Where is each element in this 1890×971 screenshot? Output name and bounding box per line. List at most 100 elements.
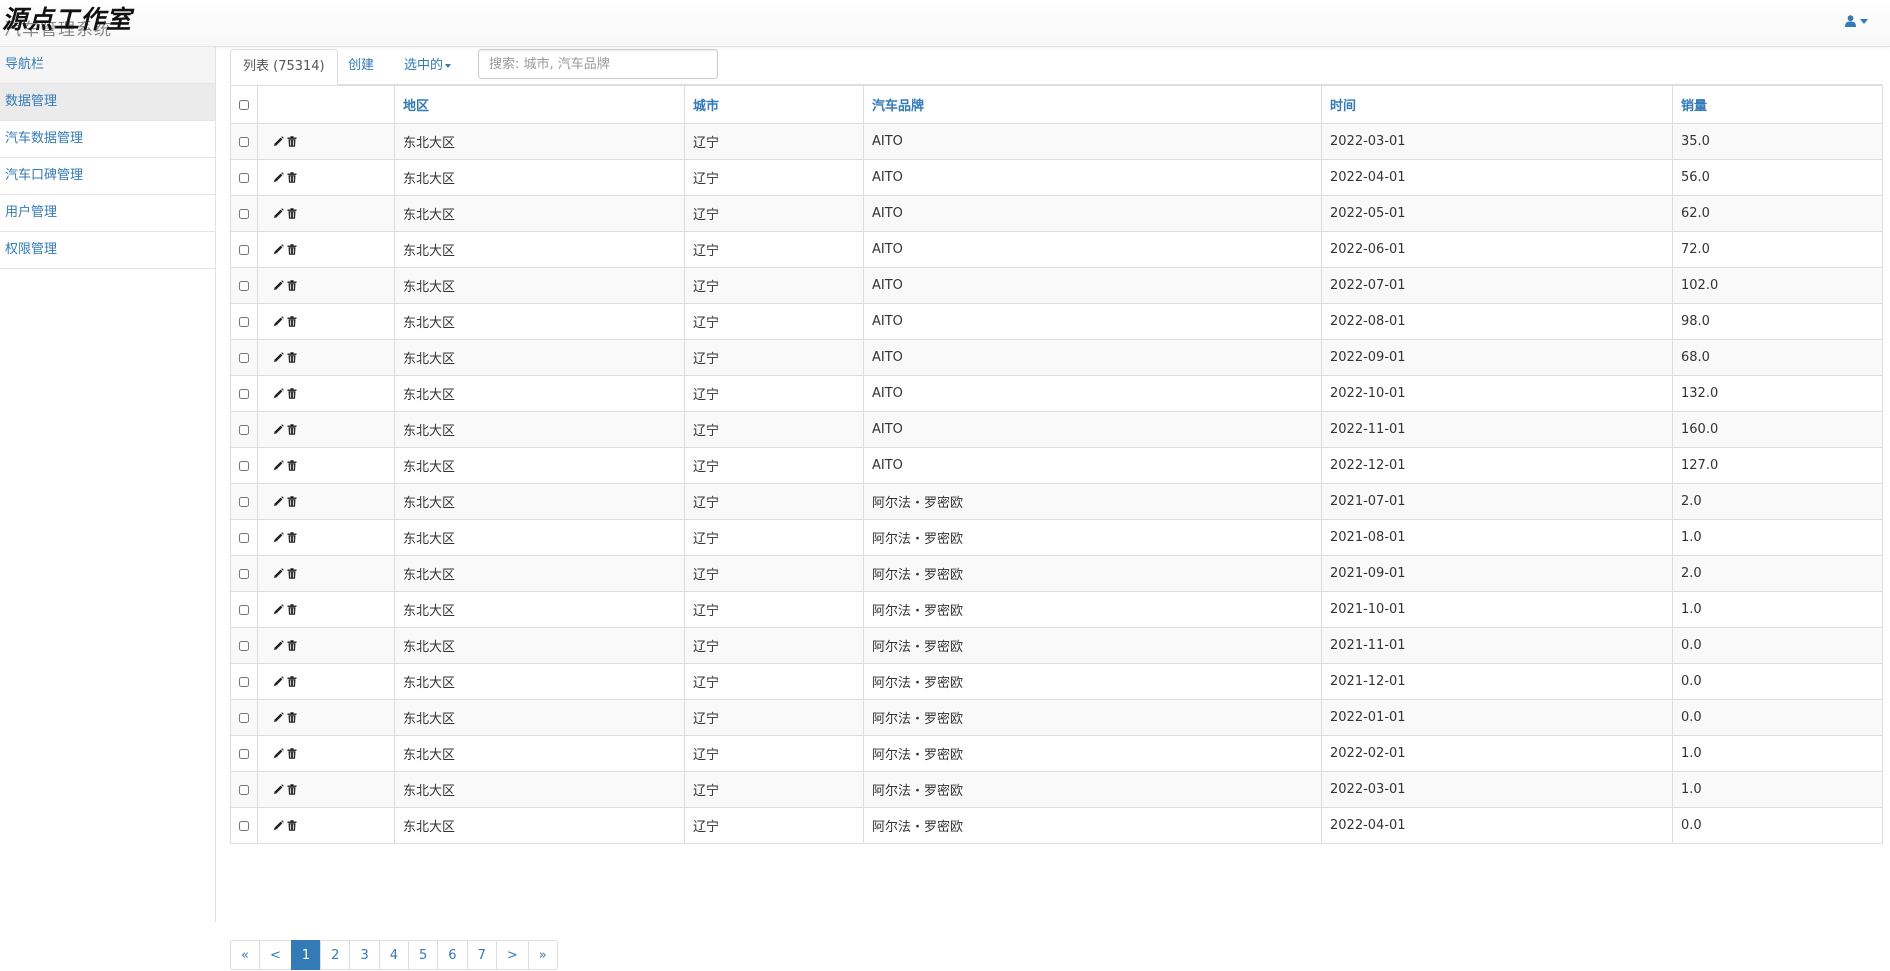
row-actions <box>266 748 386 759</box>
row-checkbox[interactable] <box>239 712 249 723</box>
cell-time: 2022-05-01 <box>1321 195 1673 232</box>
pencil-icon[interactable] <box>273 280 284 291</box>
pencil-icon[interactable] <box>273 136 284 147</box>
row-select-cell <box>230 555 258 592</box>
row-actions <box>266 136 386 147</box>
pencil-icon[interactable] <box>273 712 284 723</box>
sidebar-item-nav[interactable]: 导航栏 <box>0 47 215 84</box>
trash-icon[interactable] <box>287 604 297 615</box>
trash-icon[interactable] <box>287 712 297 723</box>
user-menu-dropdown[interactable] <box>1845 15 1868 27</box>
pencil-icon[interactable] <box>273 460 284 471</box>
column-header-time[interactable]: 时间 <box>1321 85 1673 124</box>
sidebar-item-car-data[interactable]: 汽车数据管理 <box>0 121 215 158</box>
row-checkbox[interactable] <box>239 172 249 183</box>
row-checkbox[interactable] <box>239 604 249 615</box>
row-checkbox[interactable] <box>239 352 249 363</box>
sidebar-item-permissions[interactable]: 权限管理 <box>0 232 215 269</box>
trash-icon[interactable] <box>287 424 297 435</box>
pencil-icon[interactable] <box>273 676 284 687</box>
trash-icon[interactable] <box>287 172 297 183</box>
row-checkbox[interactable] <box>239 136 249 147</box>
trash-icon[interactable] <box>287 244 297 255</box>
page-button-3[interactable]: 3 <box>349 940 380 970</box>
column-header-sales[interactable]: 销量 <box>1672 85 1883 124</box>
row-checkbox[interactable] <box>239 460 249 471</box>
row-checkbox[interactable] <box>239 568 249 579</box>
row-checkbox[interactable] <box>239 640 249 651</box>
row-checkbox[interactable] <box>239 388 249 399</box>
pencil-icon[interactable] <box>273 820 284 831</box>
cell-time: 2022-09-01 <box>1321 339 1673 376</box>
column-header-city[interactable]: 城市 <box>684 85 864 124</box>
sidebar-item-car-reputation[interactable]: 汽车口碑管理 <box>0 158 215 195</box>
row-checkbox[interactable] <box>239 496 249 507</box>
row-checkbox[interactable] <box>239 424 249 435</box>
row-checkbox[interactable] <box>239 208 249 219</box>
tab-selected-dropdown[interactable]: 选中的 <box>392 49 463 85</box>
trash-icon[interactable] <box>287 388 297 399</box>
search-input[interactable] <box>478 49 718 79</box>
pencil-icon[interactable] <box>273 316 284 327</box>
page-button-4[interactable]: 4 <box>378 940 409 970</box>
page-first-button[interactable]: « <box>230 940 260 970</box>
trash-icon[interactable] <box>287 496 297 507</box>
trash-icon[interactable] <box>287 352 297 363</box>
page-prev-button[interactable]: < <box>258 940 292 970</box>
trash-icon[interactable] <box>287 748 297 759</box>
page-last-button[interactable]: » <box>527 940 558 970</box>
trash-icon[interactable] <box>287 820 297 831</box>
row-checkbox[interactable] <box>239 784 249 795</box>
select-all-checkbox[interactable] <box>239 99 249 110</box>
trash-icon[interactable] <box>287 568 297 579</box>
pencil-icon[interactable] <box>273 352 284 363</box>
table-row: 东北大区 辽宁 阿尔法・罗密欧 2022-03-01 1.0 <box>230 771 1883 808</box>
row-checkbox[interactable] <box>239 820 249 831</box>
trash-icon[interactable] <box>287 280 297 291</box>
trash-icon[interactable] <box>287 316 297 327</box>
pencil-icon[interactable] <box>273 784 284 795</box>
page-button-6[interactable]: 6 <box>437 940 468 970</box>
page-button-2[interactable]: 2 <box>320 940 351 970</box>
pencil-icon[interactable] <box>273 424 284 435</box>
pencil-icon[interactable] <box>273 748 284 759</box>
row-actions-cell <box>257 591 395 628</box>
tab-list[interactable]: 列表 (75314) <box>230 49 338 85</box>
column-header-region[interactable]: 地区 <box>394 85 685 124</box>
pencil-icon[interactable] <box>273 568 284 579</box>
tab-create[interactable]: 创建 <box>336 49 386 85</box>
row-checkbox[interactable] <box>239 748 249 759</box>
trash-icon[interactable] <box>287 532 297 543</box>
row-checkbox[interactable] <box>239 676 249 687</box>
row-checkbox[interactable] <box>239 244 249 255</box>
pencil-icon[interactable] <box>273 604 284 615</box>
cell-sales: 160.0 <box>1672 411 1883 448</box>
row-actions-cell <box>257 195 395 232</box>
trash-icon[interactable] <box>287 784 297 795</box>
trash-icon[interactable] <box>287 640 297 651</box>
trash-icon[interactable] <box>287 208 297 219</box>
pencil-icon[interactable] <box>273 208 284 219</box>
row-select-cell <box>230 447 258 484</box>
trash-icon[interactable] <box>287 136 297 147</box>
row-select-cell <box>230 699 258 736</box>
sidebar-item-data-management[interactable]: 数据管理 <box>0 84 215 121</box>
pencil-icon[interactable] <box>273 496 284 507</box>
page-next-button[interactable]: > <box>495 940 529 970</box>
page-button-5[interactable]: 5 <box>408 940 439 970</box>
sidebar-item-users[interactable]: 用户管理 <box>0 195 215 232</box>
column-header-brand[interactable]: 汽车品牌 <box>863 85 1322 124</box>
trash-icon[interactable] <box>287 676 297 687</box>
row-checkbox[interactable] <box>239 280 249 291</box>
pencil-icon[interactable] <box>273 388 284 399</box>
page-button-7[interactable]: 7 <box>466 940 497 970</box>
page-button-1[interactable]: 1 <box>290 940 322 970</box>
row-checkbox[interactable] <box>239 532 249 543</box>
pencil-icon[interactable] <box>273 532 284 543</box>
trash-icon[interactable] <box>287 460 297 471</box>
pencil-icon[interactable] <box>273 640 284 651</box>
pencil-icon[interactable] <box>273 172 284 183</box>
pencil-icon[interactable] <box>273 244 284 255</box>
row-checkbox[interactable] <box>239 316 249 327</box>
cell-sales: 1.0 <box>1672 735 1883 772</box>
